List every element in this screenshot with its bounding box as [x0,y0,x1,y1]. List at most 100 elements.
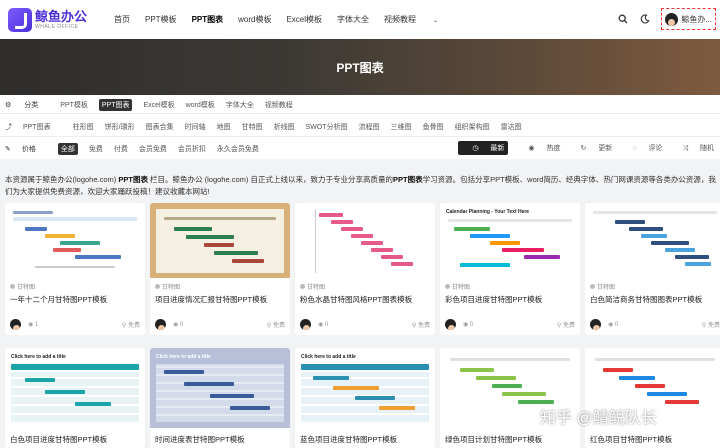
subcategory-chart-collection[interactable]: 图表合集 [146,122,174,132]
grid-icon: ⚙ [5,102,12,109]
site-logo[interactable]: 鲸鱼办公 WHALE OFFICE [8,7,100,32]
logo-text: 鲸鱼办公 [35,8,88,24]
eye-icon: ◉ [608,322,614,328]
subcategory-gantt[interactable]: 甘特图 [242,122,263,132]
resource-card[interactable]: 甘特图 白色简洁商务甘特图图表PPT模板 ◉ 0 ⚲ 免费 [585,203,720,335]
user-name: 鲸鱼办... [681,14,712,24]
nav-ppt-templates[interactable]: PPT模板 [145,14,177,25]
subcategory-swot[interactable]: SWOT分析图 [306,122,348,132]
author-avatar[interactable] [155,319,166,330]
resource-card[interactable]: Click here to add a title 白色项目进度甘特图PPT模板 [5,348,145,448]
category-dot-icon [590,284,595,289]
nav-video-label: 视频教程 [384,15,417,24]
filter-category-excel[interactable]: Excel模板 [143,100,174,110]
card-category-label: 甘特图 [597,285,616,291]
filter-category-ppt-charts[interactable]: PPT图表 [98,99,133,111]
refresh-icon: ↻ [580,145,587,152]
card-thumbnail[interactable] [5,203,145,278]
card-thumbnail[interactable]: Click here to add a title [295,348,435,428]
card-category[interactable]: 甘特图 [590,282,615,291]
resource-card[interactable]: Click here to add a title 蓝色项目进度甘特图PPT模板 [295,348,435,448]
subcategory-ppt-charts[interactable]: ⤴ PPT图表 [5,122,62,132]
card-title[interactable]: 红色项目甘特图PPT模板 [590,434,672,445]
subcategory-bar-chart[interactable]: 柱形图 [73,122,94,132]
price-free[interactable]: 免费 [89,144,103,154]
subcategory-flowchart[interactable]: 流程图 [359,122,380,132]
resource-card[interactable]: 红色项目甘特图PPT模板 [585,348,720,448]
dark-mode-moon-icon[interactable] [635,9,655,29]
subcategory-map[interactable]: 地图 [217,122,231,132]
category-label-text: 分类 [24,102,39,109]
price-badge: ⚲ 免费 [122,320,140,329]
card-thumbnail[interactable] [150,203,290,278]
card-thumbnail[interactable] [295,203,435,278]
category-dot-icon [300,284,305,289]
card-title[interactable]: 白色简洁商务甘特图图表PPT模板 [590,294,702,305]
nav-ppt-charts[interactable]: PPT图表 [192,14,224,25]
price-lifetime-member-free[interactable]: 永久会员免费 [217,144,259,154]
card-title[interactable]: 粉色水晶甘特图风格PPT图表模板 [300,294,412,305]
card-title[interactable]: 绿色项目计划甘特图PPT模板 [445,434,542,445]
price-badge-label: 免费 [127,323,140,329]
author-avatar[interactable] [10,319,21,330]
filter-category-fonts[interactable]: 字体大全 [226,100,254,110]
subcategory-fishbone[interactable]: 鱼骨图 [423,122,444,132]
resource-card[interactable]: 甘特图 项目进度情况汇报甘特图PPT模板 ◉ 0 ⚲ 免费 [150,203,290,335]
resource-card[interactable]: Calendar Planning - Your Text Here 甘特图 彩… [440,203,580,335]
category-dot-icon [155,284,160,289]
card-category[interactable]: 甘特图 [300,282,325,291]
filter-category-ppt-templates[interactable]: PPT模板 [60,100,88,110]
card-title[interactable]: 时间进度表甘特图PPT模板 [155,434,245,445]
author-avatar[interactable] [590,319,601,330]
card-title[interactable]: 一年十二个月甘特图PPT模板 [10,294,107,305]
resource-card[interactable]: 绿色项目计划甘特图PPT模板 [440,348,580,448]
card-category[interactable]: 甘特图 [10,282,35,291]
author-avatar[interactable] [300,319,311,330]
resource-card[interactable]: 甘特图 一年十二个月甘特图PPT模板 ◉ 1 ⚲ 免费 [5,203,145,335]
nav-video-tutorials[interactable]: 视频教程 ⌄ [384,14,453,25]
resource-card[interactable]: Click here to add a title 时间进度表甘特图PPT模板 [150,348,290,448]
subcategory-timeline[interactable]: 时间轴 [185,122,206,132]
sort-popular[interactable]: ◉ 热度 [518,143,560,153]
sort-latest[interactable]: ◷ 最新 [458,141,509,155]
subcategory-3d-chart[interactable]: 三维图 [391,122,412,132]
card-thumbnail[interactable] [585,203,720,278]
filter-category-videos[interactable]: 视频教程 [265,100,293,110]
nav-home[interactable]: 首页 [114,14,130,25]
subcategory-line-chart[interactable]: 折线图 [274,122,295,132]
price-member-discount[interactable]: 会员折扣 [178,144,206,154]
sort-updated-label: 更新 [598,145,613,152]
price-member-free[interactable]: 会员免费 [139,144,167,154]
sort-comments[interactable]: ◌ 评论 [622,143,662,153]
subcategory-filter-row: ⤴ PPT图表 柱形图 饼形/環形 图表合集 时间轴 地图 甘特图 折线图 SWO… [5,122,533,132]
price-all[interactable]: 全部 [57,143,78,155]
card-title[interactable]: 项目进度情况汇报甘特图PPT模板 [155,294,267,305]
description-text: 栏目。鲸鱼办公 (logohe.com) 自正式上线以来，致力于专业分享高质量的 [147,175,393,184]
sort-random[interactable]: ⤨ 随机 [672,143,714,153]
user-menu[interactable]: 鲸鱼办... [661,8,716,30]
nav-excel-templates[interactable]: Excel模板 [286,14,322,25]
card-footer: ◉ 0 ⚲ 免费 [445,319,575,330]
nav-fonts[interactable]: 字体大全 [337,14,369,25]
card-title[interactable]: 白色项目进度甘特图PPT模板 [10,434,107,445]
filter-category-word[interactable]: word模板 [186,100,215,110]
nav-word-templates[interactable]: word模板 [238,14,271,25]
subcategory-radar[interactable]: 雷达图 [501,122,522,132]
slide-heading: Click here to add a title [156,354,211,360]
card-thumbnail[interactable]: Click here to add a title [150,348,290,428]
sort-updated[interactable]: ↻ 更新 [570,143,612,153]
subcategory-pie-chart[interactable]: 饼形/環形 [105,122,135,132]
resource-card[interactable]: 甘特图 粉色水晶甘特图风格PPT图表模板 ◉ 0 ⚲ 免费 [295,203,435,335]
author-avatar[interactable] [445,319,456,330]
subcategory-org-chart[interactable]: 组织架构图 [455,122,490,132]
card-category[interactable]: 甘特图 [445,282,470,291]
price-paid[interactable]: 付费 [114,144,128,154]
search-icon[interactable] [613,9,633,29]
card-category[interactable]: 甘特图 [155,282,180,291]
price-badge: ⚲ 免费 [557,320,575,329]
card-title[interactable]: 彩色项目进度甘特图PPT模板 [445,294,542,305]
card-thumbnail[interactable]: Calendar Planning - Your Text Here [440,203,580,278]
card-thumbnail[interactable]: Click here to add a title [5,348,145,428]
card-title[interactable]: 蓝色项目进度甘特图PPT模板 [300,434,397,445]
tag-icon: ⚲ [266,323,272,329]
